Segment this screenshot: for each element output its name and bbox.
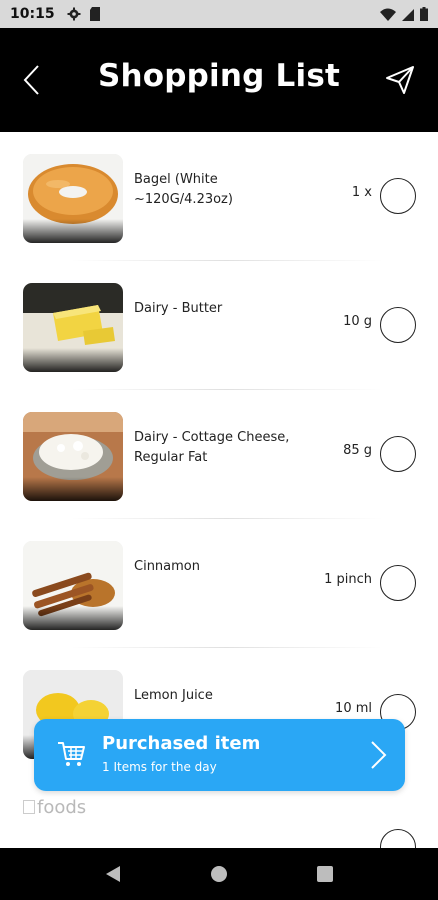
purchased-title: Purchased item <box>102 733 261 754</box>
shopping-cart-icon <box>58 742 85 766</box>
broken-image-placeholder: foods <box>23 797 123 837</box>
app-header: Shopping List <box>0 28 438 132</box>
battery-icon <box>420 7 428 21</box>
item-quantity: 10 ml <box>335 701 372 716</box>
item-checkbox[interactable] <box>380 436 416 472</box>
list-item: Bagel (White ~120G/4.23oz) 1 x <box>0 132 438 261</box>
item-checkbox[interactable] <box>380 178 416 214</box>
list-item: Dairy - Cottage Cheese, Regular Fat 85 g <box>0 390 438 519</box>
item-quantity: 1 pinch <box>324 572 372 587</box>
item-checkbox[interactable] <box>380 829 416 848</box>
purchased-subtitle: 1 Items for the day <box>102 760 217 774</box>
image-alt-text: foods <box>37 797 87 818</box>
sd-card-icon <box>89 7 100 21</box>
share-button[interactable] <box>382 62 418 98</box>
item-name: Dairy - Butter <box>134 301 223 316</box>
system-nav-bar <box>0 848 438 900</box>
nav-recents-button[interactable] <box>313 862 337 886</box>
item-image-cinnamon <box>23 541 123 630</box>
gear-icon <box>67 7 81 21</box>
triangle-back-icon <box>106 866 120 882</box>
chevron-right-icon <box>371 741 387 769</box>
square-recents-icon <box>317 866 333 882</box>
page-title: Shopping List <box>97 58 340 94</box>
status-bar: 10:15 <box>0 0 438 28</box>
item-image-bagel <box>23 154 123 243</box>
nav-home-button[interactable] <box>207 862 231 886</box>
list-item: Dairy - Butter 10 g <box>0 261 438 390</box>
item-name: Dairy - Cottage Cheese, Regular Fat <box>134 430 290 465</box>
item-image-cottage-cheese <box>23 412 123 501</box>
list-item: Cinnamon 1 pinch <box>0 519 438 648</box>
send-icon <box>386 66 414 94</box>
signal-icon <box>402 8 414 21</box>
item-checkbox[interactable] <box>380 565 416 601</box>
item-name: Bagel (White ~120G/4.23oz) <box>134 172 233 207</box>
circle-home-icon <box>211 866 227 882</box>
nav-back-button[interactable] <box>101 862 125 886</box>
wifi-icon <box>380 8 396 21</box>
purchased-items-banner[interactable]: Purchased item 1 Items for the day <box>34 719 405 791</box>
item-quantity: 1 x <box>351 185 372 200</box>
item-checkbox[interactable] <box>380 307 416 343</box>
item-quantity: 85 g <box>343 443 372 458</box>
item-name: Cinnamon <box>134 559 200 574</box>
item-name: Lemon Juice <box>134 688 213 703</box>
item-quantity: 10 g <box>343 314 372 329</box>
status-time: 10:15 <box>10 6 55 22</box>
item-image-butter <box>23 283 123 372</box>
